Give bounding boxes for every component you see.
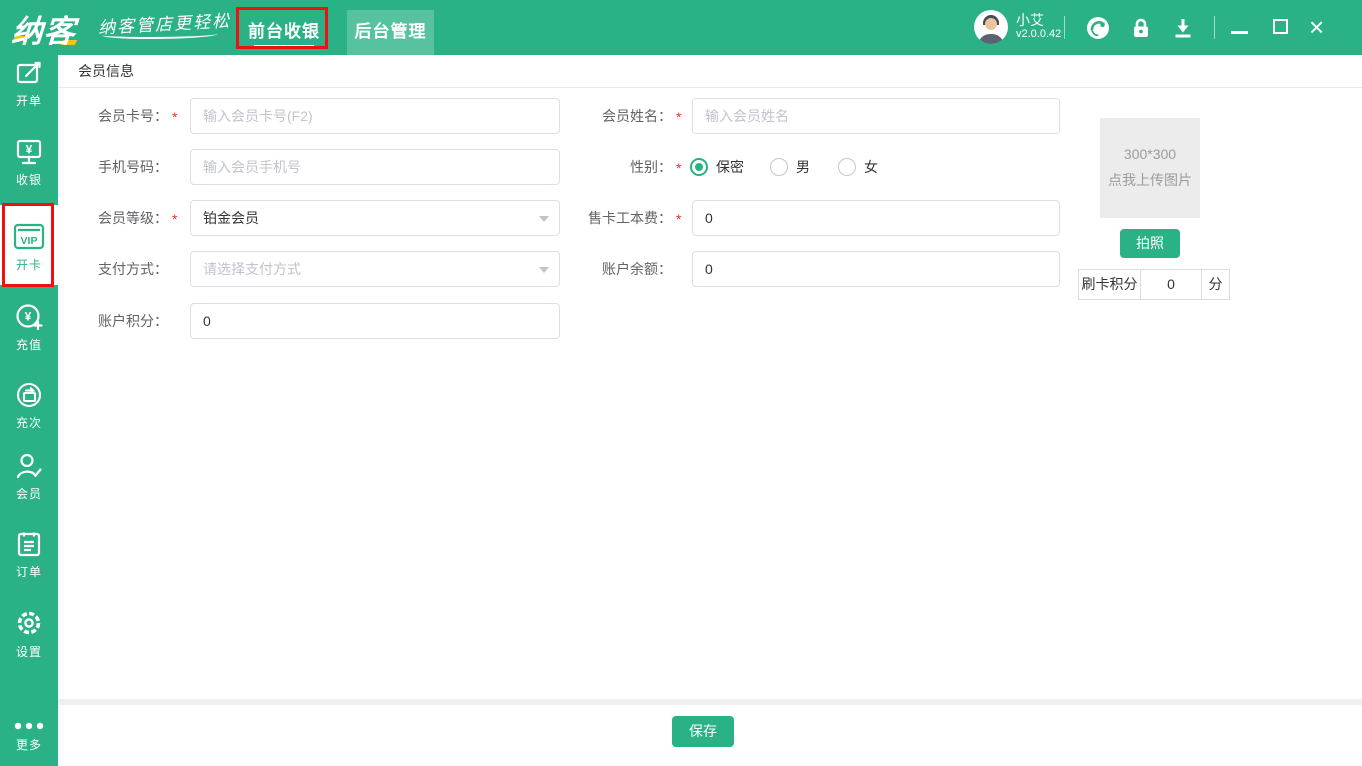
member-name-label: 会员姓名： xyxy=(602,108,672,124)
compose-icon xyxy=(16,61,41,84)
photo-upload-area[interactable]: 300*300 点我上传图片 xyxy=(1100,118,1200,218)
radio-female-label: 女 xyxy=(864,159,878,175)
payment-method-select[interactable]: 请选择支付方式 xyxy=(190,251,560,287)
card-number-label: 会员卡号： xyxy=(98,108,168,124)
radio-secret-label: 保密 xyxy=(716,159,744,175)
gender-radio-group: 保密 男 女 xyxy=(690,149,878,185)
member-name-input[interactable] xyxy=(692,98,1060,134)
member-level-select[interactable]: 铂金会员 xyxy=(190,200,560,236)
sidebar-item-label: 更多 xyxy=(15,738,42,752)
radio-male-label: 男 xyxy=(796,159,810,175)
required-asterisk: * xyxy=(676,211,682,227)
lock-icon[interactable] xyxy=(1129,16,1153,45)
member-level-label: 会员等级： xyxy=(98,210,168,226)
svg-text:¥: ¥ xyxy=(25,310,32,324)
card-fee-input[interactable] xyxy=(692,200,1060,236)
swipe-points-label: 刷卡积分 xyxy=(1078,269,1141,300)
points-input[interactable] xyxy=(190,303,560,339)
avatar-body xyxy=(978,34,1004,44)
vip-card-icon: VIP xyxy=(13,223,45,250)
sidebar-item-settings[interactable]: 设置 xyxy=(0,607,58,660)
card-number-input[interactable] xyxy=(190,98,560,134)
close-button[interactable]: × xyxy=(1309,12,1324,42)
customer-service-icon[interactable] xyxy=(1085,15,1111,46)
phone-input[interactable] xyxy=(190,149,560,185)
tab-front-cashier-label: 前台收银 xyxy=(248,22,320,41)
radio-secret[interactable] xyxy=(690,158,708,176)
payment-method-label: 支付方式： xyxy=(98,261,168,277)
sidebar-item-label: 会员 xyxy=(15,487,42,501)
header-divider xyxy=(1214,16,1215,39)
chevron-down-icon xyxy=(539,216,549,222)
tab-backend-label: 后台管理 xyxy=(354,22,427,41)
sidebar-item-orders[interactable]: 订单 xyxy=(0,529,58,580)
radio-female[interactable] xyxy=(838,158,856,176)
avatar-face xyxy=(985,18,997,30)
payment-method-placeholder: 请选择支付方式 xyxy=(203,261,301,277)
svg-text:¥: ¥ xyxy=(26,143,33,157)
take-photo-button[interactable]: 拍照 xyxy=(1120,229,1180,258)
photo-upload-hint: 点我上传图片 xyxy=(1108,172,1192,188)
required-asterisk: * xyxy=(172,109,178,125)
swipe-points-unit: 分 xyxy=(1201,269,1230,300)
chevron-down-icon xyxy=(539,267,549,273)
radio-male[interactable] xyxy=(770,158,788,176)
download-icon[interactable] xyxy=(1171,16,1195,45)
required-asterisk: * xyxy=(676,109,682,125)
tab-backend-management[interactable]: 后台管理 xyxy=(347,10,434,55)
sidebar-item-label: 充次 xyxy=(15,416,42,430)
sidebar-item-more[interactable]: 更多 xyxy=(0,720,58,753)
more-dots-icon xyxy=(14,722,44,730)
app-logo: 纳客 xyxy=(10,14,78,49)
tab-front-cashier[interactable]: 前台收银 xyxy=(240,10,328,55)
header-bar: 纳客 纳客管店更轻松 前台收银 后台管理 小艾 v2.0.0.42 × xyxy=(0,0,1362,55)
photo-size-hint: 300*300 xyxy=(1123,146,1177,162)
swipe-points-value[interactable]: 0 xyxy=(1140,269,1202,300)
tab-member-info[interactable]: 会员信息 xyxy=(78,55,134,87)
member-level-value: 铂金会员 xyxy=(203,210,259,226)
sidebar-item-recharge-times[interactable]: 充次 xyxy=(0,380,58,431)
card-fee-label: 售卡工本费： xyxy=(588,210,672,226)
settings-icon xyxy=(17,611,41,635)
maximize-button[interactable] xyxy=(1273,19,1288,34)
points-label: 账户积分： xyxy=(98,313,168,329)
sidebar-item-label: 设置 xyxy=(15,645,42,659)
balance-input[interactable] xyxy=(692,251,1060,287)
order-icon xyxy=(17,532,41,557)
sidebar-item-members[interactable]: 会员 xyxy=(0,451,58,502)
balance-label: 账户余额： xyxy=(602,261,672,277)
header-divider xyxy=(1064,16,1065,39)
cashier-icon: ¥ xyxy=(16,139,42,165)
app-version: v2.0.0.42 xyxy=(1016,28,1062,40)
phone-label: 手机号码： xyxy=(98,159,168,175)
sidebar-item-label: 订单 xyxy=(15,565,42,579)
avatar[interactable] xyxy=(974,10,1008,44)
user-name: 小艾 xyxy=(1016,12,1044,28)
footer-divider xyxy=(58,699,1362,705)
tagline-underline xyxy=(102,30,218,39)
required-asterisk: * xyxy=(172,211,178,227)
save-button[interactable]: 保存 xyxy=(672,716,734,747)
minimize-button[interactable] xyxy=(1231,31,1248,34)
required-asterisk: * xyxy=(676,160,682,176)
recharge-times-icon xyxy=(16,382,42,408)
recharge-icon: ¥ xyxy=(16,304,43,331)
vip-badge-text: VIP xyxy=(21,235,38,247)
active-tab-underline xyxy=(254,45,314,48)
content-topbar: 会员信息 xyxy=(58,55,1362,88)
member-icon xyxy=(16,453,42,479)
gender-label: 性别： xyxy=(630,159,672,175)
